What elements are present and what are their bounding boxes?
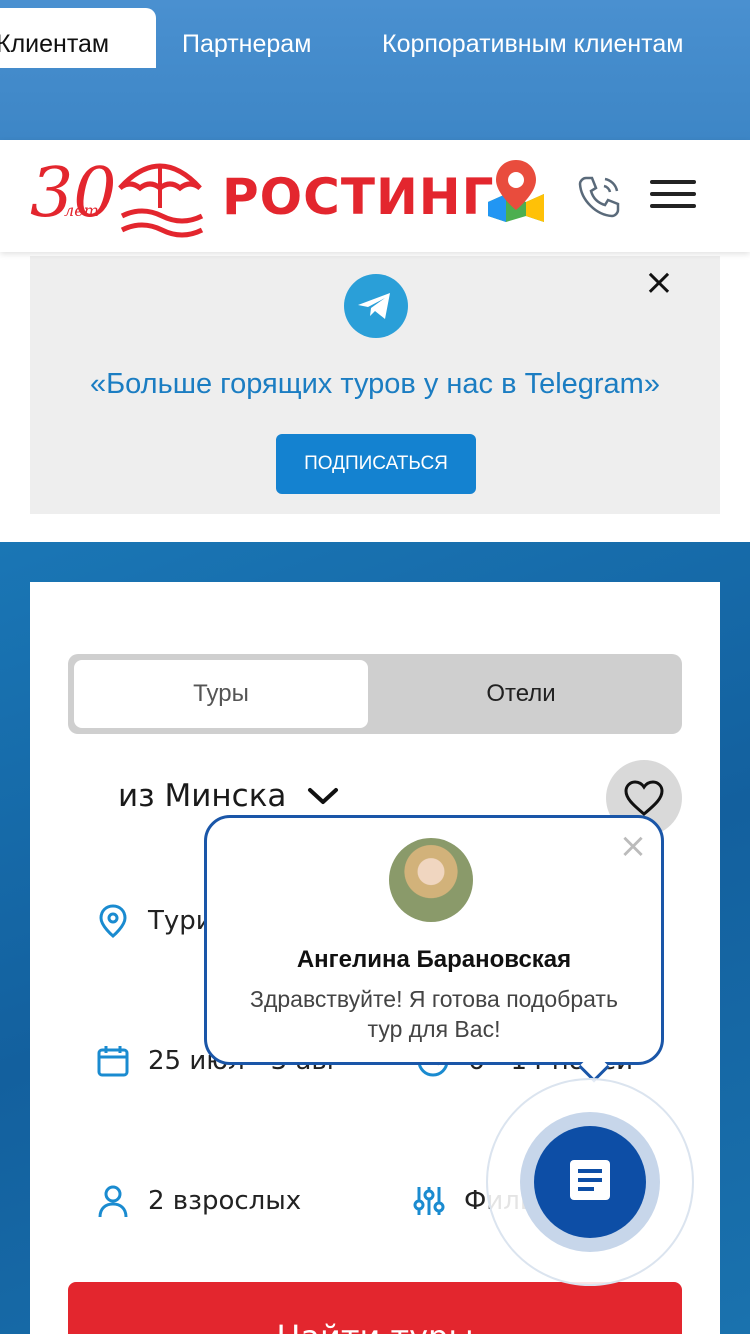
- tourists-field[interactable]: 2 взрослых: [98, 1185, 302, 1218]
- brand-name[interactable]: РОСТИНГ: [222, 168, 495, 226]
- nav-tab-clients[interactable]: Клиентам: [0, 8, 156, 68]
- banner-close-icon[interactable]: ×: [642, 265, 676, 302]
- subscribe-button[interactable]: ПОДПИСАТЬСЯ: [276, 434, 476, 494]
- tab-hotels[interactable]: Отели: [374, 660, 668, 728]
- nav-tab-label: Клиентам: [0, 30, 110, 58]
- logo-sub: лет: [64, 201, 99, 220]
- phone-icon[interactable]: [576, 172, 624, 220]
- map-pin-icon[interactable]: [486, 158, 546, 224]
- avatar: [389, 838, 473, 922]
- tab-tours[interactable]: Туры: [74, 660, 368, 728]
- filter-icon: [413, 1187, 445, 1215]
- chat-button[interactable]: [534, 1126, 646, 1238]
- destination-value: Тури: [148, 906, 213, 936]
- nav-tab-corporate[interactable]: Корпоративным клиентам: [382, 8, 683, 68]
- departure-city[interactable]: из Минска: [118, 778, 286, 814]
- telegram-icon[interactable]: [344, 274, 408, 338]
- banner-text: «Больше горящих туров у нас в Telegram»: [90, 368, 660, 400]
- nav-tab-partners[interactable]: Партнерам: [182, 8, 311, 68]
- logo[interactable]: 30 лет: [30, 144, 210, 244]
- calendar-icon: [97, 1046, 129, 1077]
- menu-icon[interactable]: [650, 180, 696, 212]
- destination-field[interactable]: Тури: [99, 904, 213, 938]
- chat-popup: × Ангелина Барановская Здравствуйте! Я г…: [204, 815, 664, 1083]
- telegram-banner: × «Больше горящих туров у нас в Telegram…: [30, 256, 720, 514]
- tourists-value: 2 взрослых: [148, 1186, 302, 1216]
- top-navigation: Клиентам Партнерам Корпоративным клиента…: [0, 0, 750, 140]
- chat-icon: [570, 1160, 610, 1200]
- user-icon: [98, 1185, 128, 1218]
- site-header: 30 лет РОСТИНГ: [0, 140, 750, 252]
- agent-message: Здравствуйте! Я готова подобрать тур для…: [250, 986, 618, 1042]
- agent-name: Ангелина Барановская: [296, 946, 572, 973]
- search-type-switch: Туры Отели: [68, 654, 682, 734]
- chevron-down-icon[interactable]: [306, 784, 340, 808]
- location-icon: [99, 904, 127, 938]
- find-tours-button[interactable]: Найти туры: [68, 1282, 682, 1334]
- chat-close-icon[interactable]: ×: [617, 829, 649, 864]
- heart-icon: [624, 780, 664, 816]
- logo-years: 30: [30, 154, 117, 233]
- page: Клиентам Партнерам Корпоративным клиента…: [0, 0, 750, 1334]
